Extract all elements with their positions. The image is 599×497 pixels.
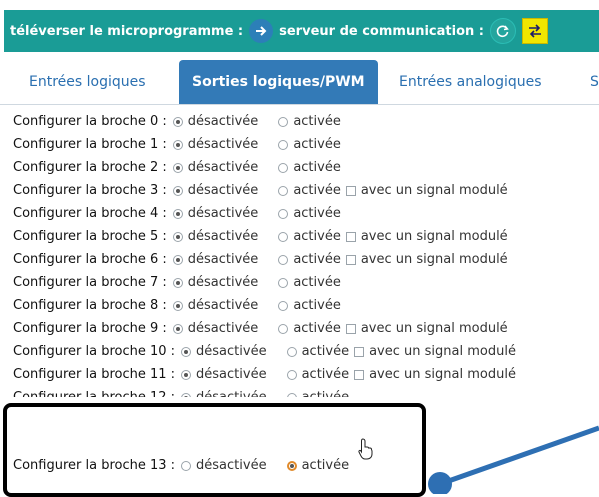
callout-pointer [428, 425, 599, 494]
hand-cursor-icon [358, 438, 373, 460]
